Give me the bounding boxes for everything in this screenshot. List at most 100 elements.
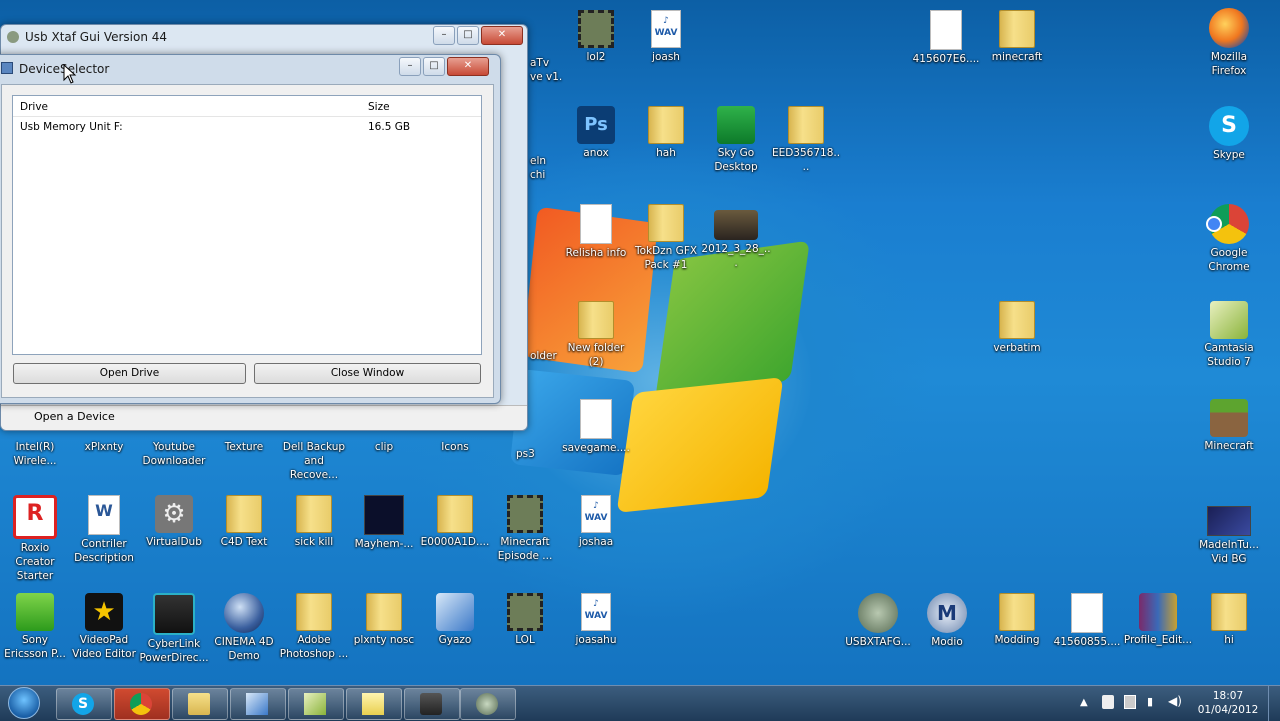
- network-icon[interactable]: ▮: [1147, 695, 1153, 708]
- desktop-icon-intel-wireless[interactable]: Intel(R) Wirele...: [0, 438, 70, 468]
- desktop-icon-skype[interactable]: S Skype: [1194, 106, 1264, 162]
- column-header-size[interactable]: Size: [368, 101, 390, 113]
- desktop-icon-chrome[interactable]: Google Chrome: [1194, 204, 1264, 274]
- title-bar[interactable]: Usb Xtaf Gui Version 44 – □ ✕: [1, 25, 527, 51]
- desktop-icon-lol2[interactable]: lol2: [561, 10, 631, 64]
- desktop-icon-madeintu-vid-bg[interactable]: MadeInTu... Vid BG: [1194, 506, 1264, 566]
- drive-list[interactable]: Drive Size Usb Memory Unit F: 16.5 GB: [12, 95, 482, 355]
- image-icon: [364, 495, 404, 535]
- desktop-icon-videopad[interactable]: ★ VideoPad Video Editor: [69, 593, 139, 661]
- desktop-icon-sick-kill[interactable]: sick kill: [279, 495, 349, 549]
- list-item[interactable]: Usb Memory Unit F: 16.5 GB: [13, 118, 481, 136]
- desktop-icon-minecraft-episode[interactable]: Minecraft Episode ...: [490, 495, 560, 563]
- desktop-icon-modding[interactable]: Modding: [982, 593, 1052, 647]
- clock-time: 18:07: [1212, 690, 1244, 702]
- clock-date: 01/04/2012: [1197, 704, 1259, 716]
- desktop-icon-camtasia[interactable]: Camtasia Studio 7: [1194, 301, 1264, 369]
- desktop[interactable]: aTv ve v1. eln chi older ps3 lol2 ♪ WAV joas…: [0, 0, 1280, 685]
- desktop-icon-hi[interactable]: hi: [1194, 593, 1264, 647]
- window-title: Usb Xtaf Gui Version 44: [25, 30, 168, 44]
- desktop-icon-joash[interactable]: ♪ WAV joash: [631, 10, 701, 64]
- desktop-icon-verbatim[interactable]: verbatim: [982, 301, 1052, 355]
- desktop-icon-mayhem[interactable]: Mayhem-...: [349, 495, 419, 551]
- maximize-button[interactable]: □: [423, 57, 445, 76]
- taskbar-folder[interactable]: [346, 688, 402, 720]
- start-button[interactable]: [4, 687, 44, 719]
- desktop-icon-sky-go[interactable]: Sky Go Desktop: [701, 106, 771, 174]
- explorer-icon: [188, 693, 210, 715]
- folder-icon: [366, 593, 402, 631]
- desktop-icon-xplxnty[interactable]: xPlxnty: [69, 438, 139, 454]
- desktop-icon-hah[interactable]: hah: [631, 106, 701, 160]
- partial-icon-label: older: [530, 350, 557, 362]
- desktop-icon-joshaa[interactable]: ♪ WAV joshaa: [561, 495, 631, 549]
- taskbar-skype[interactable]: S: [56, 688, 112, 720]
- show-hidden-icon[interactable]: ▲: [1080, 697, 1088, 708]
- desktop-icon-cinema4d[interactable]: CINEMA 4D Demo: [209, 593, 279, 663]
- close-window-button[interactable]: Close Window: [254, 363, 481, 384]
- desktop-icon-firefox[interactable]: Mozilla Firefox: [1194, 8, 1264, 78]
- close-button[interactable]: ✕: [481, 26, 523, 45]
- taskbar-gyazo[interactable]: [230, 688, 286, 720]
- camtasia-icon: [1210, 301, 1248, 339]
- clock[interactable]: 18:07 01/04/2012: [1192, 689, 1264, 717]
- desktop-icon-virtualdub[interactable]: ⚙ VirtualDub: [139, 495, 209, 549]
- desktop-icon-minecraft-folder[interactable]: minecraft: [982, 10, 1052, 64]
- desktop-icon-youtube-downloader[interactable]: Youtube Downloader: [139, 438, 209, 468]
- document-icon: [1071, 593, 1103, 633]
- desktop-icon-minecraft[interactable]: Minecraft: [1194, 399, 1264, 453]
- taskbar-usb[interactable]: [404, 688, 460, 720]
- desktop-icon-plxnty-nosc[interactable]: plxnty nosc: [349, 593, 419, 647]
- close-button[interactable]: ✕: [447, 57, 489, 76]
- status-bar: Open a Device: [1, 405, 527, 430]
- volume-icon[interactable]: ◀): [1168, 694, 1182, 708]
- desktop-icon-sony-ericsson[interactable]: Sony Ericsson P...: [0, 593, 70, 661]
- status-text: Open a Device: [34, 410, 115, 423]
- desktop-icon-415607e6[interactable]: 415607E6....: [911, 10, 981, 66]
- desktop-icon-tokdzn[interactable]: TokDzn GFX Pack #1: [631, 204, 701, 272]
- gyazo-icon: [436, 593, 474, 631]
- flag-icon[interactable]: [1102, 695, 1114, 709]
- show-desktop-button[interactable]: [1268, 686, 1280, 721]
- desktop-icon-c4d-text[interactable]: C4D Text: [209, 495, 279, 549]
- desktop-icon-dell-backup[interactable]: Dell Backup and Recove...: [279, 438, 349, 482]
- desktop-icon-clip[interactable]: clip: [349, 438, 419, 454]
- column-header-drive[interactable]: Drive: [20, 101, 48, 113]
- desktop-icon-joasahu[interactable]: ♪ WAV joasahu: [561, 593, 631, 647]
- maximize-button[interactable]: □: [457, 26, 479, 45]
- gear-icon: ⚙: [155, 495, 193, 533]
- desktop-icon-roxio[interactable]: R Roxio Creator Starter: [0, 495, 70, 583]
- open-drive-button[interactable]: Open Drive: [13, 363, 246, 384]
- folder-icon: [296, 593, 332, 631]
- desktop-icon-texture[interactable]: Texture: [209, 438, 279, 454]
- desktop-icon-modio[interactable]: M Modio: [912, 593, 982, 649]
- desktop-icon-lol[interactable]: LOL: [490, 593, 560, 647]
- desktop-icon-icons[interactable]: Icons: [420, 438, 490, 454]
- image-icon: [1207, 506, 1251, 536]
- taskbar-usbxtafgui[interactable]: [460, 688, 516, 720]
- desktop-icon-anox[interactable]: Ps anox: [561, 106, 631, 160]
- desktop-icon-cyberlink[interactable]: CyberLink PowerDirec...: [139, 593, 209, 665]
- minimize-button[interactable]: –: [399, 57, 421, 76]
- chrome-icon: [1206, 204, 1249, 244]
- desktop-icon-gyazo[interactable]: Gyazo: [420, 593, 490, 647]
- desktop-icon-profile-editor[interactable]: Profile_Edit...: [1123, 593, 1193, 647]
- desktop-icon-savegame[interactable]: savegame....: [561, 399, 631, 455]
- desktop-icon-video-2012[interactable]: 2012_3_28_...: [701, 204, 771, 270]
- taskbar-camtasia[interactable]: [288, 688, 344, 720]
- partial-icon-label: ps3: [516, 448, 535, 460]
- taskbar-chrome[interactable]: [114, 688, 170, 720]
- minimize-button[interactable]: –: [433, 26, 455, 45]
- desktop-icon-41560855[interactable]: 41560855....: [1052, 593, 1122, 649]
- folder-icon: [788, 106, 824, 144]
- desktop-icon-contriler-description[interactable]: W Contriler Description: [69, 495, 139, 565]
- desktop-icon-adobe-photoshop[interactable]: Adobe Photoshop ...: [279, 593, 349, 661]
- desktop-icon-e0000a1d[interactable]: E0000A1D....: [420, 495, 490, 549]
- desktop-icon-usbxtafgui[interactable]: USBXTAFG...: [843, 593, 913, 649]
- battery-icon[interactable]: [1124, 695, 1136, 709]
- desktop-icon-new-folder-2[interactable]: New folder (2): [561, 301, 631, 369]
- folder-icon: [578, 301, 614, 339]
- desktop-icon-eed356718[interactable]: EED356718....: [771, 106, 841, 174]
- taskbar-explorer[interactable]: [172, 688, 228, 720]
- desktop-icon-relisha-info[interactable]: Relisha info: [561, 204, 631, 260]
